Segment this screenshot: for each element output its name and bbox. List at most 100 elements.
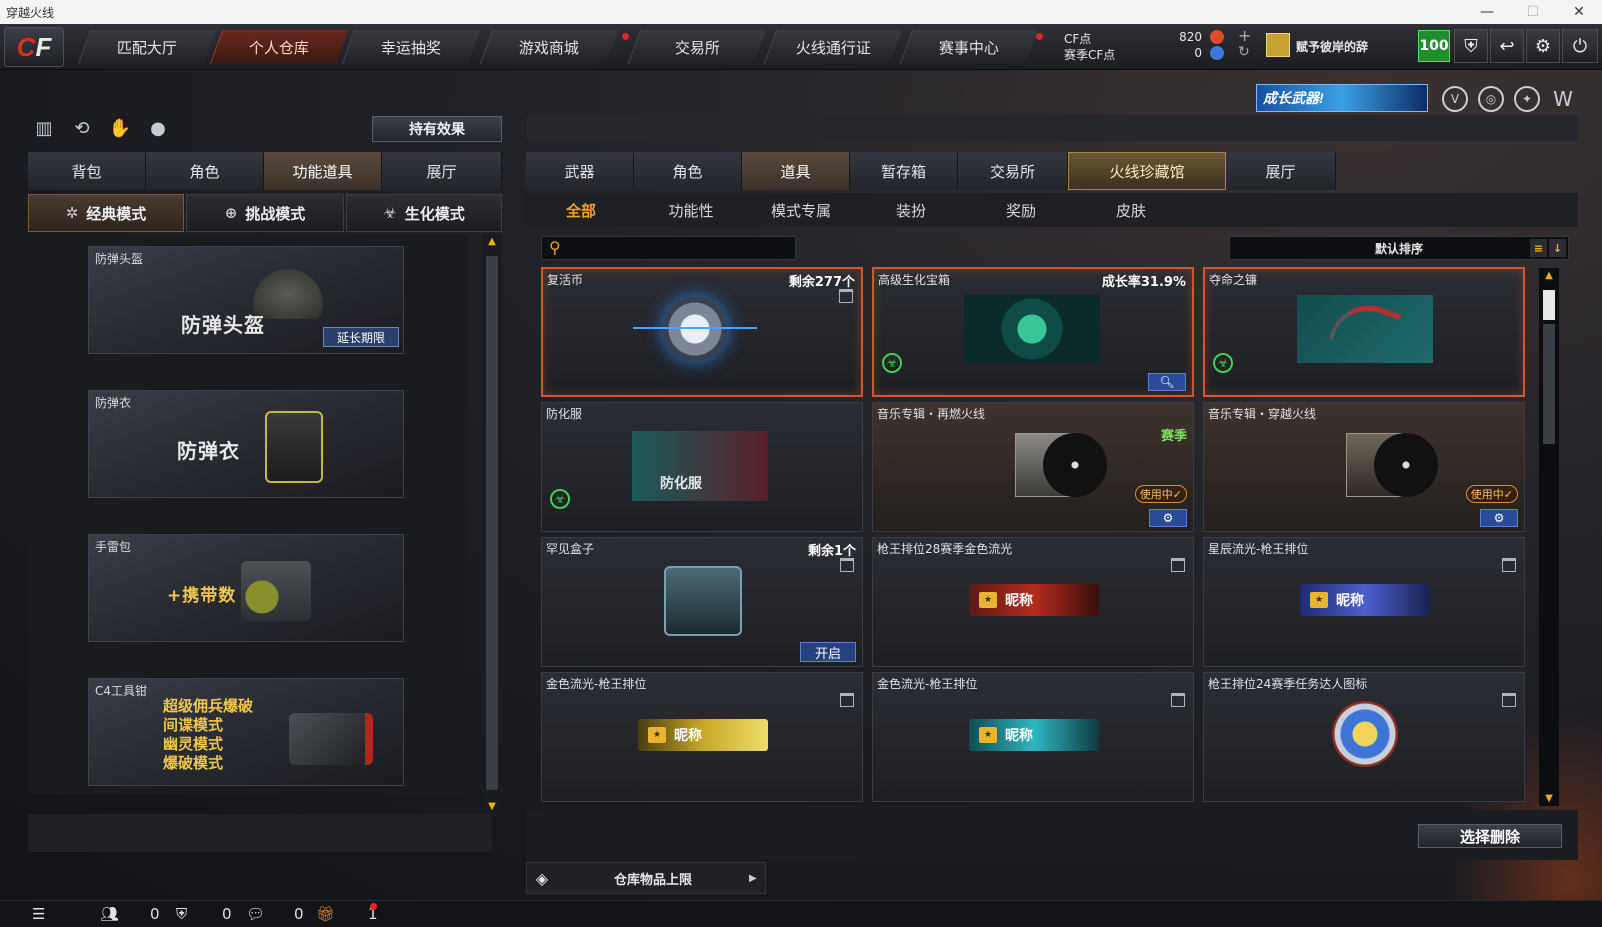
effects-button[interactable]: 持有效果: [372, 116, 502, 142]
stats-icon[interactable]: ▥: [32, 116, 56, 140]
w-emblem-icon[interactable]: W: [1550, 86, 1576, 112]
right-tab-items[interactable]: 道具: [742, 152, 850, 190]
clan-count: 0: [222, 905, 232, 923]
item-card-grenade-pack[interactable]: 手雷包 +携带数: [88, 534, 404, 642]
globe-emblem-icon[interactable]: ◎: [1478, 86, 1504, 112]
preview-button[interactable]: 🔍︎: [1148, 373, 1186, 391]
return-icon[interactable]: ↩: [1490, 29, 1524, 63]
list-view-icon[interactable]: ≡: [1530, 239, 1547, 257]
item-card-death-scythe[interactable]: 夺命之镰 ☣: [1203, 267, 1525, 397]
item-card-c4-pliers[interactable]: C4工具钳 超级佣兵爆破 间谍模式 幽灵模式 爆破模式: [88, 678, 404, 786]
scrollbar-thumb[interactable]: [1543, 324, 1555, 444]
nav-tab-battle-pass[interactable]: 火线通行证: [763, 30, 903, 64]
item-card-season28-gold[interactable]: 枪王排位28赛季金色流光 ★ 昵称: [872, 537, 1194, 667]
item-card-hazmat-suit[interactable]: 防化服 防化服 ☣: [541, 402, 863, 532]
cf-points-label: CF点: [1064, 32, 1092, 46]
left-tab-backpack[interactable]: 背包: [28, 152, 146, 190]
add-cf-button[interactable]: +: [1238, 26, 1251, 45]
chevron-right-icon[interactable]: ▶: [749, 873, 765, 884]
subtab-cosmetic[interactable]: 装扮: [856, 193, 966, 227]
trash-icon[interactable]: [840, 558, 854, 572]
maximize-button[interactable]: ☐: [1510, 0, 1556, 24]
vest-art: [265, 411, 323, 483]
subtab-mode-exclusive[interactable]: 模式专属: [746, 193, 856, 227]
open-box-button[interactable]: 开启: [800, 642, 856, 662]
left-tab-functional-items[interactable]: 功能道具: [264, 152, 382, 190]
right-tab-collection[interactable]: 火线珍藏馆: [1068, 152, 1226, 190]
nav-tab-personal-storage[interactable]: 个人仓库: [209, 30, 349, 64]
scrollbar-thumb-top[interactable]: [1543, 290, 1555, 320]
sort-dropdown[interactable]: 默认排序 ≡ ↓: [1229, 236, 1569, 260]
gear-icon[interactable]: ⚙: [1149, 509, 1187, 527]
scroll-down-icon[interactable]: ▼: [1545, 793, 1553, 804]
left-tab-character[interactable]: 角色: [146, 152, 264, 190]
trash-icon[interactable]: [1171, 558, 1185, 572]
mode-challenge-button[interactable]: ⊕ 挑战模式: [186, 194, 344, 232]
item-card-season24-task-icon[interactable]: 枪王排位24赛季任务达人图标: [1203, 672, 1525, 802]
right-scrollbar[interactable]: ▲ ▼: [1539, 268, 1559, 806]
mode-biochem-button[interactable]: ☣ 生化模式: [346, 194, 502, 232]
item-card-gold-flow[interactable]: 金色流光-枪王排位 ★ 昵称: [541, 672, 863, 802]
nav-tab-exchange[interactable]: 交易所: [627, 30, 767, 64]
right-tab-storage-box[interactable]: 暂存箱: [850, 152, 958, 190]
item-card-rare-box[interactable]: 罕见盒子 剩余1个 开启: [541, 537, 863, 667]
right-tab-exchange[interactable]: 交易所: [958, 152, 1068, 190]
trash-icon[interactable]: [1502, 693, 1516, 707]
subtab-all[interactable]: 全部: [526, 193, 636, 227]
chat-icon[interactable]: 💬︎: [246, 905, 265, 923]
clan-icon[interactable]: ⛨: [176, 905, 187, 923]
extend-duration-button[interactable]: 延长期限: [323, 327, 399, 347]
list-icon[interactable]: ☰: [32, 905, 45, 923]
item-card-music-album-reignite[interactable]: 音乐专辑・再燃火线 赛季 使用中✓ ⚙: [872, 402, 1194, 532]
scroll-up-icon[interactable]: ▲: [1545, 270, 1553, 281]
v-emblem-icon[interactable]: V: [1442, 86, 1468, 112]
search-input[interactable]: ⚲: [541, 236, 796, 260]
hand-icon[interactable]: ✋: [108, 116, 132, 140]
refresh-icon[interactable]: ⟲: [70, 116, 94, 140]
close-button[interactable]: ✕: [1556, 0, 1602, 24]
minimize-button[interactable]: —: [1464, 0, 1510, 24]
subtab-skin[interactable]: 皮肤: [1076, 193, 1186, 227]
item-card-advanced-biochem-box[interactable]: 高级生化宝箱 成长率31.9% ☣ 🔍︎: [872, 267, 1194, 397]
item-card-helmet[interactable]: 防弹头盔 防弹头盔 延长期限: [88, 246, 404, 354]
trash-icon[interactable]: [839, 289, 853, 303]
growth-weapon-banner[interactable]: 成长武器!: [1256, 84, 1428, 112]
subtab-functional[interactable]: 功能性: [636, 193, 746, 227]
nav-tab-event-center[interactable]: 赛事中心: [899, 30, 1039, 64]
left-tab-showroom[interactable]: 展厅: [382, 152, 502, 190]
refresh-cf-button[interactable]: ↻: [1238, 44, 1250, 60]
wing-emblem-icon[interactable]: ✦: [1514, 86, 1540, 112]
shield-icon[interactable]: ⛨: [1454, 29, 1488, 63]
trash-icon[interactable]: [1171, 693, 1185, 707]
trash-icon[interactable]: [1502, 558, 1516, 572]
item-card-star-flow[interactable]: 星辰流光-枪王排位 ★ 昵称: [1203, 537, 1525, 667]
right-tab-character[interactable]: 角色: [634, 152, 742, 190]
subtab-reward[interactable]: 奖励: [966, 193, 1076, 227]
right-tab-showroom[interactable]: 展厅: [1226, 152, 1336, 190]
item-card-music-album-crossfire[interactable]: 音乐专辑・穿越火线 使用中✓ ⚙: [1203, 402, 1525, 532]
gear-icon[interactable]: ⚙: [1480, 509, 1518, 527]
item-card-gold-flow-cyan[interactable]: 金色流光-枪王排位 ★ 昵称: [872, 672, 1194, 802]
storage-capacity-bar[interactable]: ◈ 仓库物品上限 ▶: [526, 862, 766, 894]
item-card-revive-coin[interactable]: 复活币 剩余277个: [541, 267, 863, 397]
power-icon[interactable]: ⏻: [1562, 29, 1598, 63]
scroll-up-icon[interactable]: ▲: [488, 236, 496, 247]
right-tab-weapons[interactable]: 武器: [526, 152, 634, 190]
gear-icon[interactable]: ⚙: [1526, 29, 1560, 63]
grenade-icon[interactable]: ●: [146, 116, 170, 140]
sort-direction-icon[interactable]: ↓: [1549, 239, 1566, 257]
scrollbar-thumb[interactable]: [486, 256, 498, 790]
gift-icon[interactable]: 🎁︎: [316, 905, 335, 923]
trash-icon[interactable]: [840, 693, 854, 707]
nav-tab-match-lobby[interactable]: 匹配大厅: [77, 30, 217, 64]
left-scrollbar[interactable]: ▲ ▼: [482, 234, 502, 814]
nav-tab-lucky-draw[interactable]: 幸运抽奖: [341, 30, 481, 64]
mode-classic-button[interactable]: ✲ 经典模式: [28, 194, 184, 232]
username[interactable]: 赋予彼岸的辞: [1296, 38, 1368, 55]
friends-icon[interactable]: 👥︎: [100, 905, 119, 923]
nav-tab-game-mall[interactable]: 游戏商城: [479, 30, 619, 64]
select-delete-button[interactable]: 选择删除: [1418, 824, 1562, 848]
cf-logo[interactable]: CF: [4, 27, 64, 67]
item-card-vest[interactable]: 防弹衣 防弹衣: [88, 390, 404, 498]
scroll-down-icon[interactable]: ▼: [488, 801, 496, 812]
